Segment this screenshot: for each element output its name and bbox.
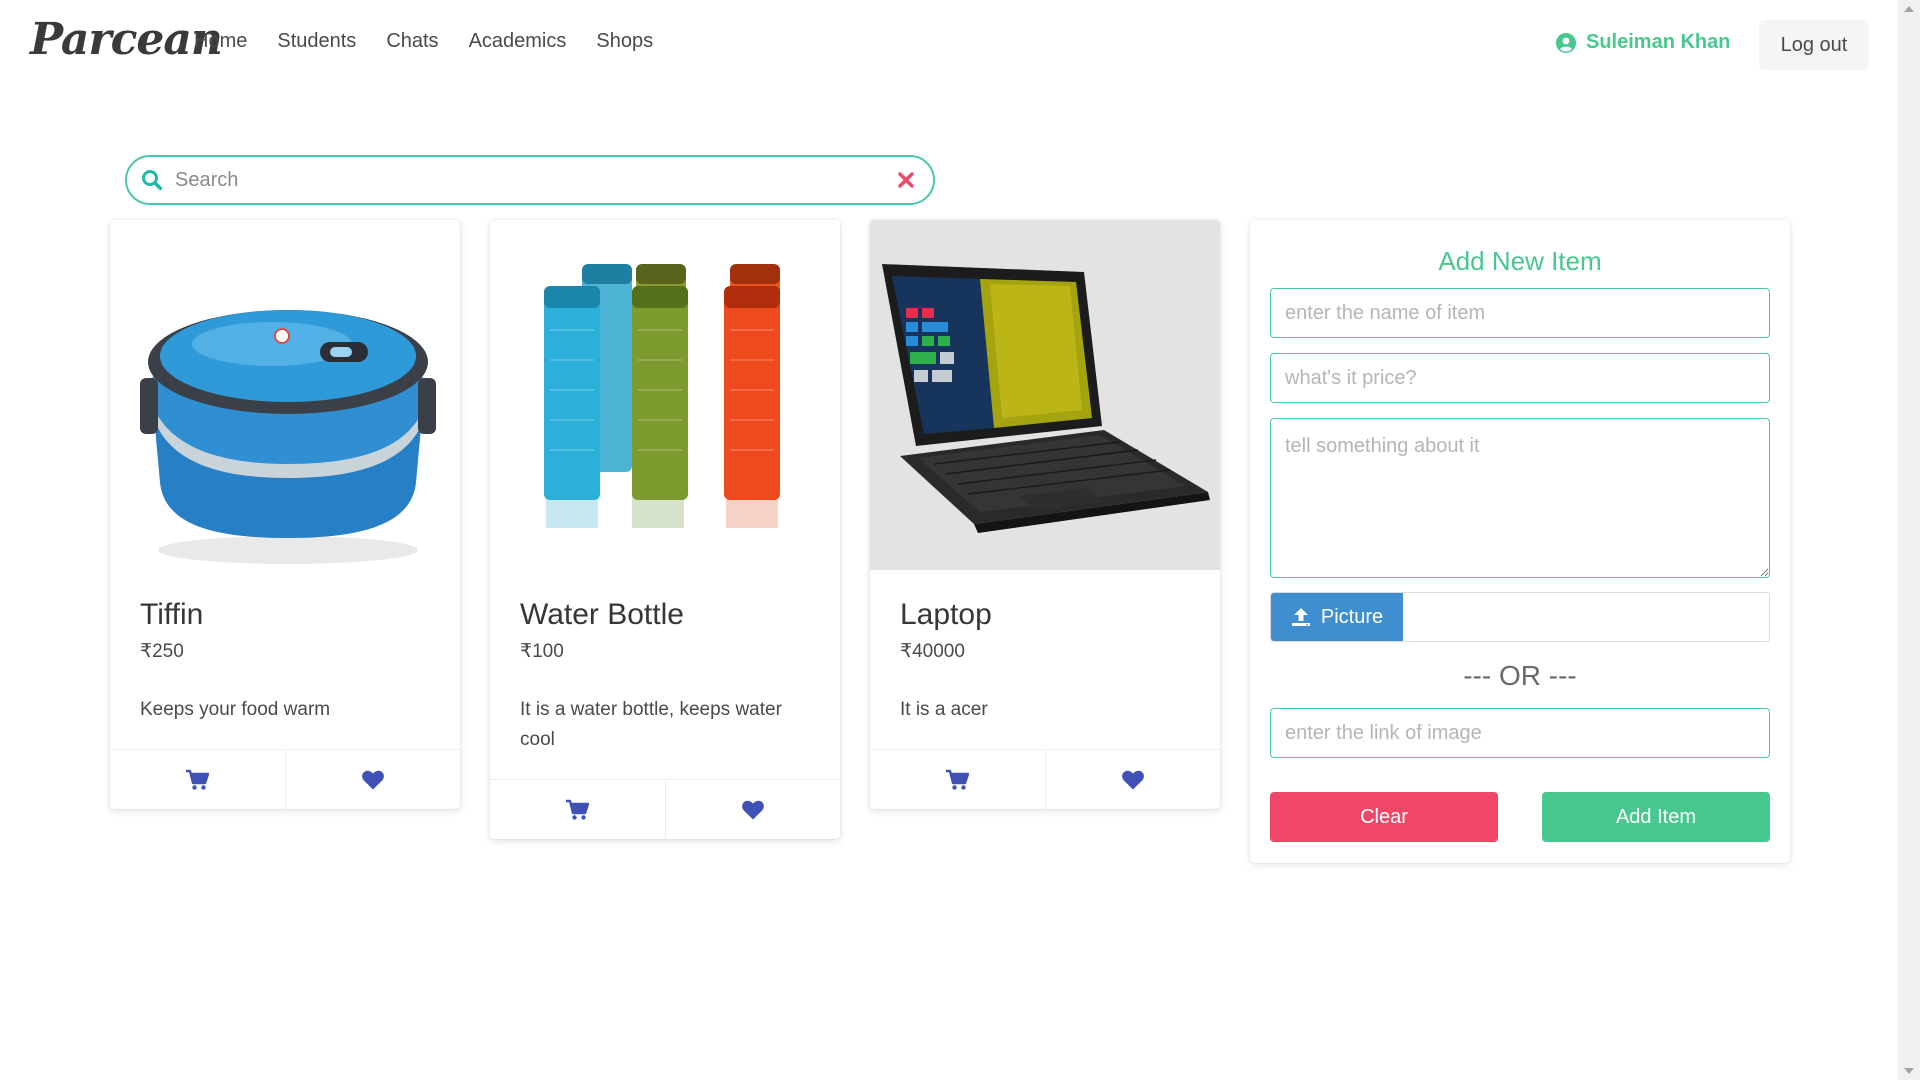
product-price: ₹100 xyxy=(520,641,564,662)
product-image-water-bottle xyxy=(490,220,840,570)
product-price: ₹40000 xyxy=(900,641,965,662)
nav-students[interactable]: Students xyxy=(277,30,356,53)
user-profile[interactable]: Suleiman Khan xyxy=(1556,31,1730,54)
user-name: Suleiman Khan xyxy=(1586,31,1731,53)
product-name: Water Bottle xyxy=(520,598,684,631)
navbar: Parcean Home Students Chats Academics Sh… xyxy=(0,0,1898,92)
picture-file-input[interactable]: Picture xyxy=(1270,592,1770,642)
image-link-input[interactable] xyxy=(1270,708,1770,758)
nav-links: Home Students Chats Academics Shops xyxy=(194,30,683,53)
favorite-button[interactable] xyxy=(284,750,461,809)
card-footer xyxy=(490,779,840,839)
user-circle-icon xyxy=(1556,32,1576,53)
page-scrollbar[interactable] xyxy=(1898,0,1920,1080)
logout-button[interactable]: Log out xyxy=(1759,20,1869,70)
water-bottle-image-icon xyxy=(544,264,780,528)
scroll-down-arrow-icon[interactable] xyxy=(1904,1068,1914,1074)
add-to-cart-button[interactable] xyxy=(110,750,285,809)
product-name: Tiffin xyxy=(140,598,204,631)
card-content: Tiffin ₹250 Keeps your food warm xyxy=(110,570,460,749)
product-price: ₹250 xyxy=(140,641,184,662)
product-card: Laptop ₹40000 It is a acer xyxy=(870,220,1220,809)
search-icon xyxy=(142,170,163,191)
favorite-button[interactable] xyxy=(1044,750,1221,809)
upload-icon xyxy=(1291,608,1310,626)
nav-shops[interactable]: Shops xyxy=(596,30,653,53)
nav-chats[interactable]: Chats xyxy=(386,30,438,53)
nav-academics[interactable]: Academics xyxy=(469,30,567,53)
close-icon[interactable] xyxy=(897,171,915,189)
cart-icon xyxy=(186,769,210,790)
product-description: It is a acer xyxy=(900,699,988,720)
add-item-button[interactable]: Add Item xyxy=(1542,792,1770,842)
product-description: It is a water bottle, keeps water cool xyxy=(520,699,782,750)
card-content: Laptop ₹40000 It is a acer xyxy=(870,570,1220,749)
add-to-cart-button[interactable] xyxy=(870,750,1045,809)
cart-icon xyxy=(566,799,590,820)
or-separator: --- OR --- xyxy=(1463,660,1577,691)
nav-home[interactable]: Home xyxy=(194,30,247,53)
search-input[interactable] xyxy=(175,165,855,195)
card-footer xyxy=(870,749,1220,809)
item-name-input[interactable] xyxy=(1270,288,1770,338)
card-content: Water Bottle ₹100 It is a water bottle, … xyxy=(490,570,840,779)
product-card: Tiffin ₹250 Keeps your food warm xyxy=(110,220,460,809)
product-name: Laptop xyxy=(900,598,992,631)
tiffin-image-icon xyxy=(140,310,436,564)
product-image-tiffin xyxy=(110,220,460,570)
laptop-image-icon xyxy=(882,264,1210,533)
product-image-laptop xyxy=(870,220,1220,570)
item-description-textarea[interactable] xyxy=(1270,418,1770,578)
favorite-button[interactable] xyxy=(664,780,841,839)
heart-icon xyxy=(741,800,764,819)
item-price-input[interactable] xyxy=(1270,353,1770,403)
search-bar xyxy=(125,155,935,205)
product-card: Water Bottle ₹100 It is a water bottle, … xyxy=(490,220,840,839)
heart-icon xyxy=(361,770,384,789)
clear-button[interactable]: Clear xyxy=(1270,792,1498,842)
add-to-cart-button[interactable] xyxy=(490,780,665,839)
picture-label: Picture xyxy=(1320,605,1384,628)
product-description: Keeps your food warm xyxy=(140,699,331,720)
add-item-form: Add New Item Picture --- OR --- Clear Ad… xyxy=(1250,220,1790,863)
cart-icon xyxy=(946,769,970,790)
scroll-up-arrow-icon[interactable] xyxy=(1904,6,1914,12)
heart-icon xyxy=(1121,770,1144,789)
form-title: Add New Item xyxy=(1438,246,1602,276)
card-footer xyxy=(110,749,460,809)
picture-upload-button[interactable]: Picture xyxy=(1271,593,1403,641)
